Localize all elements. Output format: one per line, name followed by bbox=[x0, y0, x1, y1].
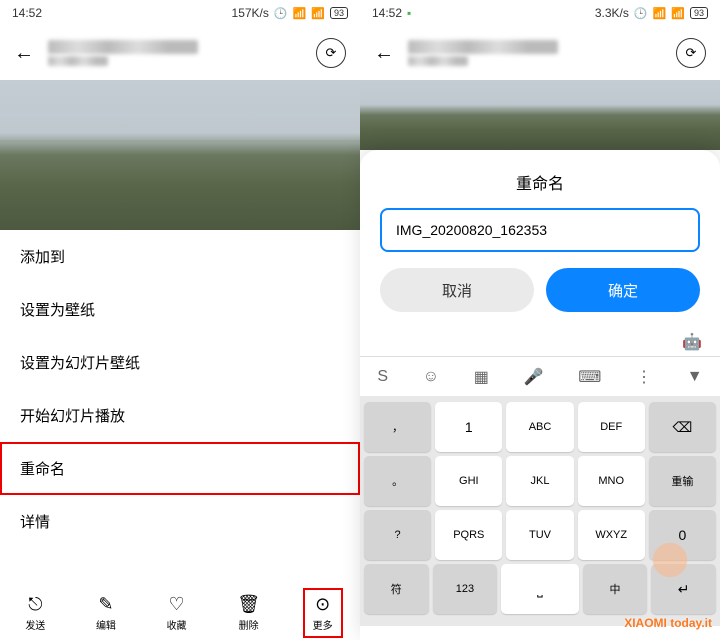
key-1[interactable]: 1 bbox=[435, 402, 502, 452]
key-reinput[interactable]: 重输 bbox=[649, 456, 716, 506]
bottom-edit[interactable]: ✎编辑 bbox=[88, 590, 124, 636]
status-net: 3.3K/s bbox=[595, 6, 629, 20]
key-question[interactable]: ? bbox=[364, 510, 431, 560]
back-button[interactable]: ← bbox=[14, 42, 34, 65]
cancel-button[interactable]: 取消 bbox=[380, 268, 534, 312]
menu-details[interactable]: 详情 bbox=[0, 495, 360, 548]
notification-icon: ▪ bbox=[407, 6, 411, 20]
key-6[interactable]: MNO bbox=[578, 456, 645, 506]
more-menu: 添加到 设置为壁纸 设置为幻灯片壁纸 开始幻灯片播放 重命名 详情 bbox=[0, 230, 360, 584]
bottom-more[interactable]: ⊙更多 bbox=[303, 588, 343, 638]
signal-icon: 📶 bbox=[653, 7, 667, 20]
battery-icon: 93 bbox=[330, 7, 348, 19]
share-icon: ⎋ bbox=[28, 594, 42, 615]
key-lang[interactable]: 中 bbox=[583, 564, 648, 614]
emoji-hint: 🤖 bbox=[360, 328, 720, 356]
trash-icon: 🗑 bbox=[237, 594, 260, 615]
alarm-icon: 📶 bbox=[293, 7, 307, 20]
bluetooth-icon: 🕒 bbox=[634, 7, 648, 20]
header: ← ⟳ bbox=[0, 26, 360, 80]
status-time: 14:52 bbox=[372, 6, 402, 20]
key-space[interactable]: ⎵ bbox=[501, 564, 579, 614]
keyboard: ， 1 ABC DEF ⌫ 。 GHI JKL MNO 重输 ? PQRS TU… bbox=[360, 396, 720, 626]
back-button[interactable]: ← bbox=[374, 42, 394, 65]
rename-input[interactable] bbox=[380, 208, 700, 252]
keyboard-toolbar: S ☺ ▦ 🎤 ⌨ ⋮ ▼ bbox=[360, 356, 720, 396]
key-enter[interactable]: ↵ bbox=[651, 564, 716, 614]
header-title bbox=[408, 38, 662, 68]
battery-icon: 93 bbox=[690, 7, 708, 19]
key-8[interactable]: TUV bbox=[506, 510, 573, 560]
phone-right: 14:52 ▪ 3.3K/s 🕒 📶 📶 93 ← ⟳ 重命名 取消 确定 🤖 bbox=[360, 0, 720, 640]
menu-set-slideshow-wallpaper[interactable]: 设置为幻灯片壁纸 bbox=[0, 336, 360, 389]
clipboard-icon[interactable]: ▦ bbox=[474, 367, 489, 387]
menu-start-slideshow[interactable]: 开始幻灯片播放 bbox=[0, 389, 360, 442]
status-bar: 14:52 157K/s 🕒 📶 📶 93 bbox=[0, 0, 360, 26]
key-9[interactable]: WXYZ bbox=[578, 510, 645, 560]
ok-button[interactable]: 确定 bbox=[546, 268, 700, 312]
dialog-title: 重命名 bbox=[360, 150, 720, 208]
emoji-icon[interactable]: ☺ bbox=[423, 368, 439, 386]
menu-add-to[interactable]: 添加到 bbox=[0, 230, 360, 283]
phone-left: 14:52 157K/s 🕒 📶 📶 93 ← ⟳ 添加到 设置为壁纸 设置为幻… bbox=[0, 0, 360, 640]
voice-icon[interactable]: 🎤 bbox=[524, 367, 544, 387]
photo-preview[interactable] bbox=[360, 80, 720, 150]
key-numbers[interactable]: 123 bbox=[433, 564, 498, 614]
wifi-icon: 📶 bbox=[671, 7, 685, 20]
key-backspace[interactable]: ⌫ bbox=[649, 402, 716, 452]
header: ← ⟳ bbox=[360, 26, 720, 80]
rename-dialog: 重命名 取消 确定 🤖 S ☺ ▦ 🎤 ⌨ ⋮ ▼ ， 1 ABC DEF ⌫ bbox=[360, 150, 720, 640]
heart-icon: ♡ bbox=[168, 594, 184, 615]
bluetooth-icon: 🕒 bbox=[274, 7, 288, 20]
status-net: 157K/s bbox=[232, 6, 269, 20]
key-period[interactable]: 。 bbox=[364, 456, 431, 506]
key-zero[interactable]: 0 bbox=[649, 510, 716, 560]
key-7[interactable]: PQRS bbox=[435, 510, 502, 560]
key-comma[interactable]: ， bbox=[364, 402, 431, 452]
more-icon: ⊙ bbox=[315, 594, 330, 615]
key-4[interactable]: GHI bbox=[435, 456, 502, 506]
key-5[interactable]: JKL bbox=[506, 456, 573, 506]
rotate-button[interactable]: ⟳ bbox=[676, 38, 706, 68]
edit-icon: ✎ bbox=[98, 594, 113, 615]
more-icon[interactable]: ⋮ bbox=[636, 367, 652, 387]
key-3[interactable]: DEF bbox=[578, 402, 645, 452]
menu-set-wallpaper[interactable]: 设置为壁纸 bbox=[0, 283, 360, 336]
key-2[interactable]: ABC bbox=[506, 402, 573, 452]
wifi-icon: 📶 bbox=[311, 7, 325, 20]
ime-logo-icon[interactable]: S bbox=[377, 368, 388, 386]
bottom-bar: ⎋发送 ✎编辑 ♡收藏 🗑删除 ⊙更多 bbox=[0, 584, 360, 640]
key-symbols[interactable]: 符 bbox=[364, 564, 429, 614]
rotate-button[interactable]: ⟳ bbox=[316, 38, 346, 68]
settings-icon[interactable]: ⌨ bbox=[578, 367, 601, 387]
bottom-send[interactable]: ⎋发送 bbox=[17, 590, 53, 636]
bottom-delete[interactable]: 🗑删除 bbox=[229, 590, 268, 636]
collapse-icon[interactable]: ▼ bbox=[687, 368, 703, 386]
bottom-favorite[interactable]: ♡收藏 bbox=[159, 590, 195, 636]
status-bar: 14:52 ▪ 3.3K/s 🕒 📶 📶 93 bbox=[360, 0, 720, 26]
header-title bbox=[48, 38, 302, 68]
photo-preview[interactable] bbox=[0, 80, 360, 230]
status-time: 14:52 bbox=[12, 6, 42, 20]
menu-rename[interactable]: 重命名 bbox=[0, 442, 360, 495]
